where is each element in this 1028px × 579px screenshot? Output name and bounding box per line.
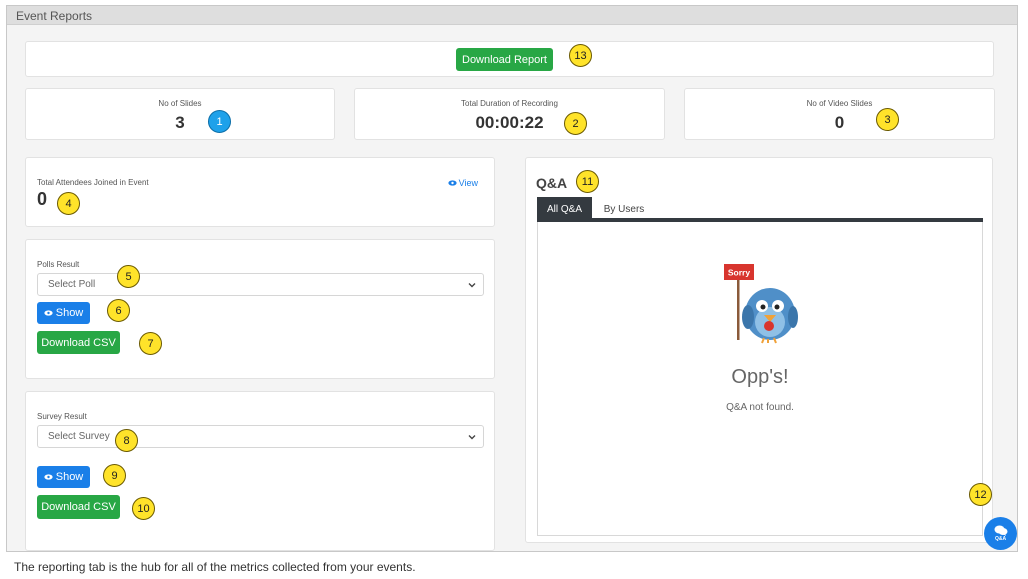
panel-title: Event Reports [7,6,1017,25]
stat-value: 0 [834,113,845,132]
sorry-sign-text: Sorry [728,268,750,278]
attendees-count: 0 [37,189,48,209]
callout-badge-7: 7 [139,332,162,355]
callout-badge-1: 1 [208,110,231,133]
stat-card-video-slides: No of Video Slides 0 [684,88,995,140]
qa-chat-button[interactable]: Q&A [984,517,1017,550]
callout-badge-10: 10 [132,497,155,520]
show-survey-button[interactable]: Show [37,466,90,488]
view-link-label: View [458,178,478,188]
chat-bubbles-icon [994,525,1007,536]
download-poll-csv-button[interactable]: Download CSV [37,331,120,354]
chat-button-label: Q&A [994,536,1007,542]
download-survey-csv-button[interactable]: Download CSV [37,495,120,519]
survey-select-value: Select Survey [48,431,110,442]
attendees-label: Total Attendees Joined in Event [37,178,149,187]
polls-label: Polls Result [37,260,80,269]
callout-badge-8: 8 [115,429,138,452]
survey-select[interactable]: Select Survey [37,425,484,448]
qa-tabs: All Q&A By Users [537,197,983,222]
qa-title: Q&A [536,175,568,191]
view-attendees-link[interactable]: View [448,178,478,188]
stat-value: 00:00:22 [475,113,544,132]
stat-card-recording-duration: Total Duration of Recording 00:00:22 [354,88,665,140]
callout-badge-2: 2 [564,112,587,135]
download-report-button[interactable]: Download Report [456,48,553,71]
survey-label: Survey Result [37,412,87,421]
callout-badge-4: 4 [57,192,80,215]
survey-card: Survey Result Select Survey Show Downloa… [25,391,495,551]
stat-card-slides: No of Slides 3 [25,88,335,140]
poll-select[interactable]: Select Poll [37,273,484,296]
callout-badge-6: 6 [107,299,130,322]
poll-select-value: Select Poll [48,279,96,290]
attendees-card: Total Attendees Joined in Event 0 View [25,157,495,227]
empty-state-title: Opp's! [731,366,789,388]
stat-label: Total Duration of Recording [461,99,558,108]
callout-badge-5: 5 [117,265,140,288]
download-report-card: Download Report [25,41,994,77]
callout-badge-11: 11 [576,170,599,193]
tab-all-qa[interactable]: All Q&A [537,197,592,222]
tab-by-users[interactable]: By Users [594,197,654,222]
qa-card: Q&A All Q&A By Users Sorry Opp's! Q&A no… [525,157,993,543]
eye-icon [44,310,53,316]
empty-state-message: Q&A not found. [726,402,794,413]
eye-icon [44,474,53,480]
callout-badge-13: 13 [569,44,592,67]
show-button-label: Show [55,471,84,483]
callout-badge-12: 12 [969,483,992,506]
show-button-label: Show [55,307,84,319]
polls-card: Polls Result Select Poll Show Download C… [25,239,495,379]
screenshot-caption: The reporting tab is the hub for all of … [14,560,416,574]
qa-content-panel: Sorry Opp's! Q&A not found. [537,222,983,536]
eye-icon [448,180,457,186]
chevron-down-icon [468,283,476,288]
show-poll-button[interactable]: Show [37,302,90,324]
stat-label: No of Slides [158,99,202,108]
callout-badge-9: 9 [103,464,126,487]
callout-badge-3: 3 [876,108,899,131]
sad-bird-sorry-icon: Sorry [724,264,798,344]
chevron-down-icon [468,435,476,440]
stat-label: No of Video Slides [806,99,873,108]
stat-value: 3 [175,113,185,132]
screenshot-frame: Event Reports Download Report No of Slid… [6,5,1018,552]
